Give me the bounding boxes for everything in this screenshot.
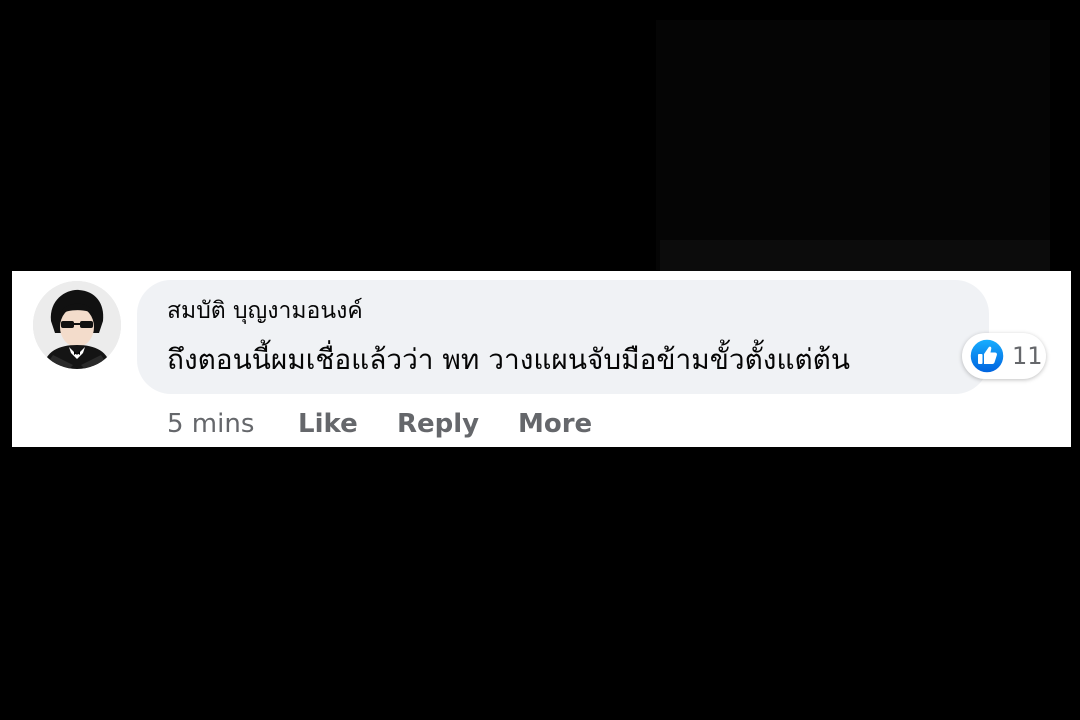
reply-button[interactable]: Reply: [397, 406, 479, 442]
comment-author[interactable]: สมบัติ บุญงามอนงค์: [167, 295, 363, 327]
redacted-area: [656, 20, 1050, 270]
redacted-area-edge: [660, 240, 1050, 272]
avatar-image: [33, 281, 121, 369]
comment-timestamp[interactable]: 5 mins: [167, 406, 254, 442]
like-button[interactable]: Like: [298, 406, 358, 442]
more-button[interactable]: More: [518, 406, 592, 442]
comment-text: ถึงตอนนี้ผมเชื่อแล้วว่า พท วางแผนจับมือข…: [167, 343, 851, 376]
avatar[interactable]: [33, 281, 121, 369]
reaction-count: 11: [1012, 342, 1043, 370]
thumbs-up-icon: [969, 338, 1005, 374]
screenshot-page: สมบัติ บุญงามอนงค์ ถึงตอนนี้ผมเชื่อแล้วว…: [0, 0, 1080, 720]
